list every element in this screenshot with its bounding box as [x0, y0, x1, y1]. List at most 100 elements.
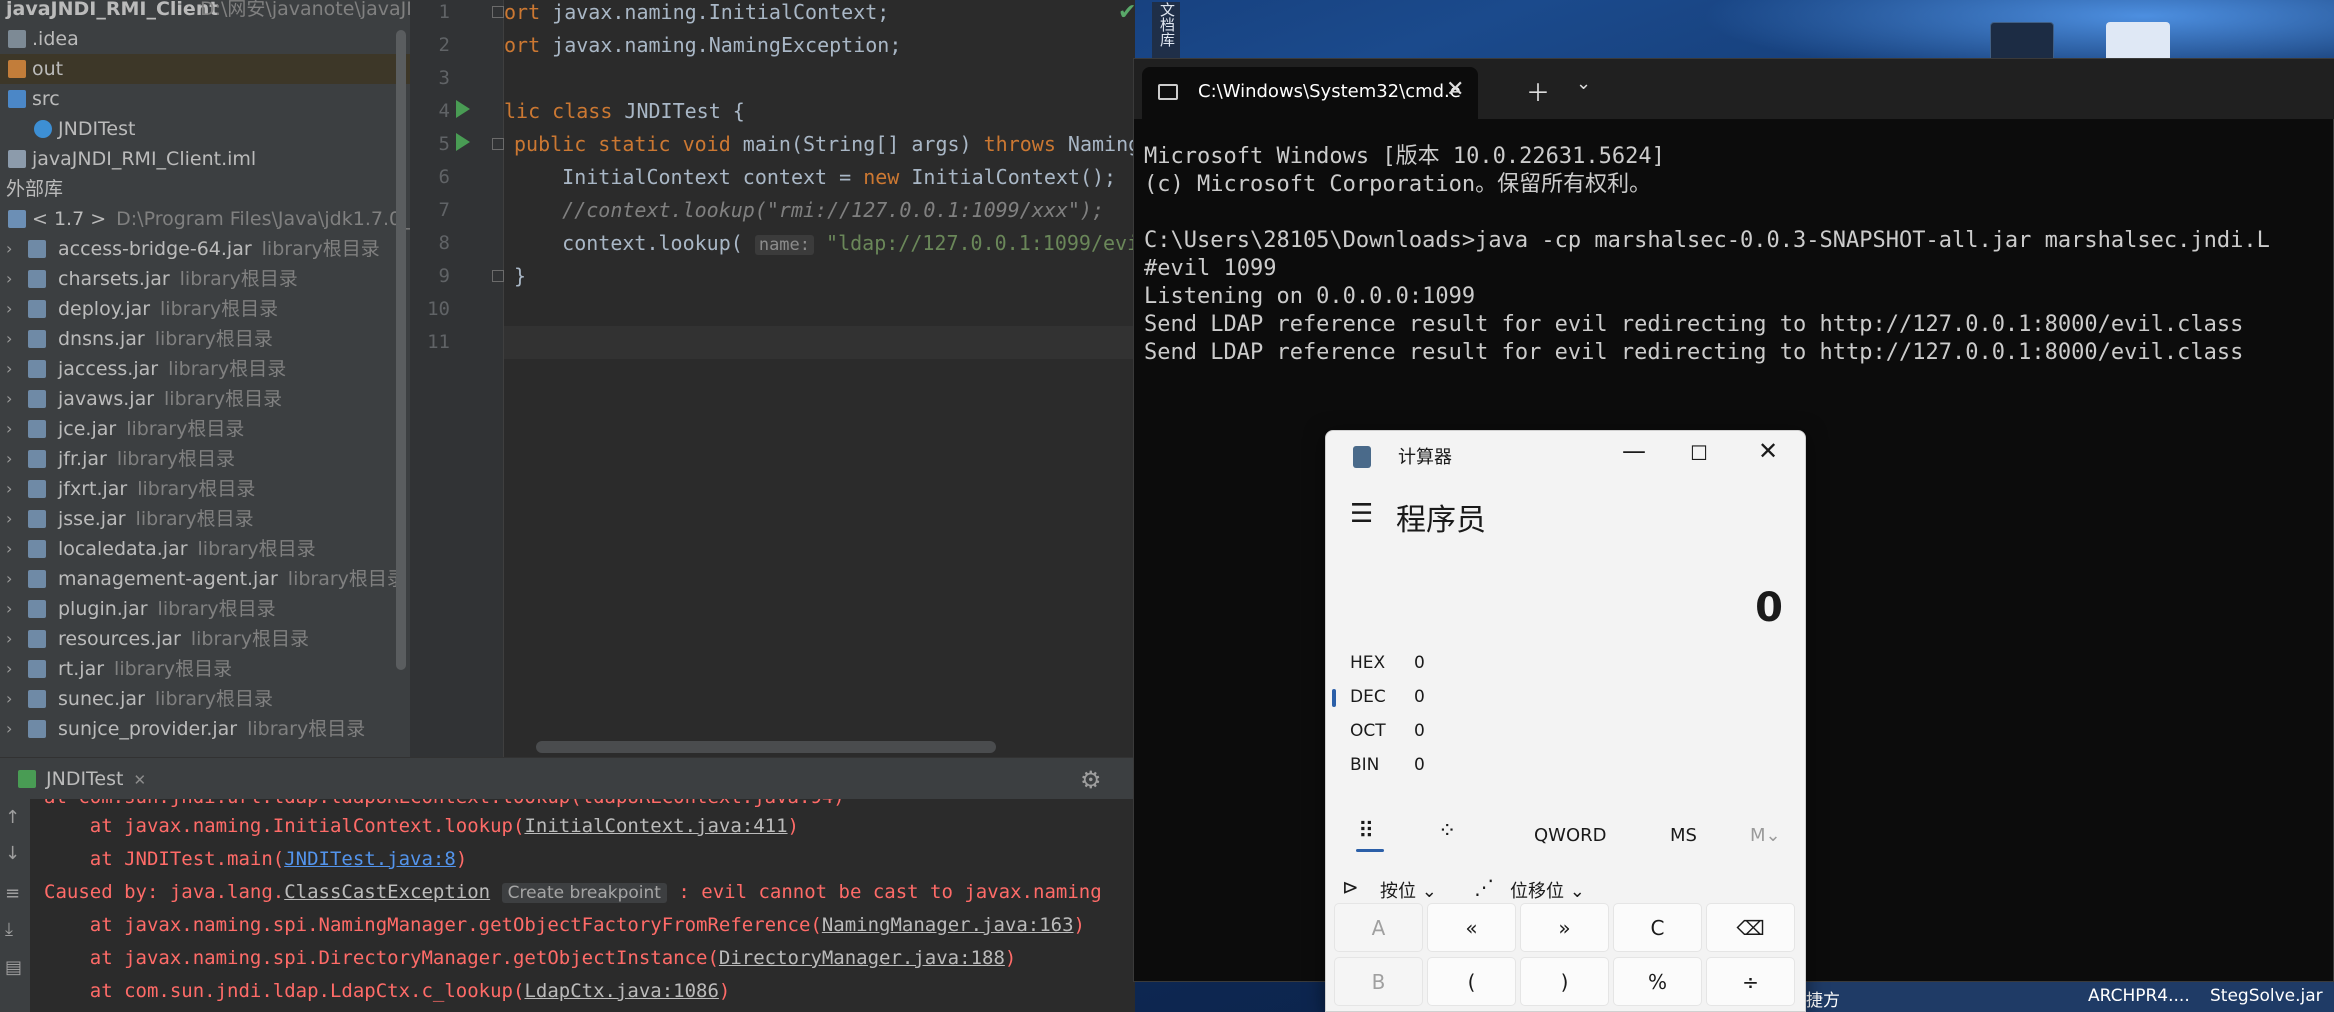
code-editor[interactable]: ort javax.naming.InitialContext; ort jav…: [504, 0, 1135, 757]
memory-recall-button[interactable]: M⌄: [1750, 825, 1781, 846]
gear-icon[interactable]: ⚙: [1080, 766, 1102, 794]
tree-row-jar[interactable]: › jsse.jar library根目录: [0, 504, 410, 534]
project-scrollbar[interactable]: [396, 30, 406, 670]
stack-link[interactable]: JNDITest.java:8: [284, 848, 456, 870]
chevron-right-icon[interactable]: ›: [6, 594, 12, 624]
chevron-right-icon[interactable]: ›: [6, 654, 12, 684]
tree-row-root[interactable]: javaJNDI_RMI_Client D:\网安\javanote\javaJ…: [0, 0, 410, 24]
chevron-right-icon[interactable]: ›: [6, 414, 12, 444]
maximize-icon[interactable]: ☐: [1690, 441, 1708, 465]
new-tab-icon[interactable]: ＋: [1526, 73, 1550, 108]
tree-row-src[interactable]: src: [0, 84, 410, 114]
print-icon[interactable]: ▤: [5, 957, 22, 978]
chevron-right-icon[interactable]: ›: [6, 474, 12, 504]
chevron-right-icon[interactable]: ›: [6, 234, 12, 264]
inspection-ok-icon[interactable]: ✔: [1118, 0, 1136, 25]
chevron-right-icon[interactable]: ›: [6, 504, 12, 534]
close-tab-icon[interactable]: ✕: [133, 771, 146, 789]
run-console[interactable]: at com.sun.jndi.url.ldap.ldapURLContext.…: [30, 799, 1135, 1012]
run-main-icon[interactable]: [456, 133, 470, 151]
chevron-right-icon[interactable]: ›: [6, 684, 12, 714]
fold-icon[interactable]: [492, 138, 504, 150]
strip-item-3[interactable]: StegSolve.jar: [2210, 986, 2323, 1006]
chevron-right-icon[interactable]: ›: [6, 714, 12, 744]
tree-row-jar[interactable]: › management-agent.jar library根目录: [0, 564, 410, 594]
editor-horizontal-scrollbar[interactable]: [536, 741, 996, 753]
stack-link[interactable]: DirectoryManager.java:188: [719, 947, 1005, 969]
chevron-right-icon[interactable]: ›: [6, 294, 12, 324]
bitwise-dropdown[interactable]: 按位 ⌄: [1380, 877, 1437, 903]
arrow-up-icon[interactable]: ↑: [5, 807, 20, 828]
tree-row-out[interactable]: out: [0, 54, 410, 84]
run-class-icon[interactable]: [456, 100, 470, 118]
fold-icon[interactable]: [492, 270, 504, 282]
strip-item-1[interactable]: 捷方: [1806, 986, 1840, 1011]
chevron-right-icon[interactable]: ›: [6, 264, 12, 294]
tree-row-jar[interactable]: › resources.jar library根目录: [0, 624, 410, 654]
tree-row-jar[interactable]: › rt.jar library根目录: [0, 654, 410, 684]
fold-icon[interactable]: [492, 6, 504, 18]
tree-row-sdk[interactable]: < 1.7 > D:\Program Files\Java\jdk1.7.0_79: [0, 204, 410, 234]
bitshift-dropdown[interactable]: 位移位 ⌄: [1510, 877, 1585, 903]
tree-row-external-libs[interactable]: 外部库: [0, 174, 410, 204]
tree-row-jar[interactable]: › dnsns.jar library根目录: [0, 324, 410, 354]
desktop-icon-2[interactable]: [2106, 22, 2170, 62]
key-right-shift[interactable]: »: [1520, 903, 1609, 952]
chevron-right-icon[interactable]: ›: [6, 324, 12, 354]
key-b[interactable]: B: [1334, 957, 1423, 1006]
tree-row-idea[interactable]: .idea: [0, 24, 410, 54]
stack-link[interactable]: InitialContext.java:411: [524, 815, 787, 837]
key-clear[interactable]: C: [1613, 903, 1702, 952]
tree-row-jar[interactable]: › plugin.jar library根目录: [0, 594, 410, 624]
chevron-down-icon[interactable]: ⌄: [1576, 73, 1591, 94]
key-backspace[interactable]: ⌫: [1706, 903, 1795, 952]
radix-row-hex[interactable]: HEX 0: [1326, 647, 1805, 681]
minimize-icon[interactable]: —: [1622, 437, 1646, 465]
key-open-paren[interactable]: (: [1427, 957, 1516, 1006]
chevron-right-icon[interactable]: ›: [6, 624, 12, 654]
strip-item-2[interactable]: ARCHPR4....: [2088, 986, 2190, 1006]
stack-link[interactable]: LdapCtx.java:1086: [524, 980, 718, 1002]
key-percent[interactable]: %: [1613, 957, 1702, 1006]
tree-row-jar[interactable]: › jce.jar library根目录: [0, 414, 410, 444]
close-tab-icon[interactable]: ✕: [1446, 77, 1464, 102]
desktop-icon-1[interactable]: [1990, 22, 2054, 62]
key-a[interactable]: A: [1334, 903, 1423, 952]
chevron-right-icon[interactable]: ›: [6, 564, 12, 594]
radix-row-bin[interactable]: BIN 0: [1326, 749, 1805, 783]
chevron-right-icon[interactable]: ›: [6, 384, 12, 414]
full-keypad-icon[interactable]: ⠿: [1358, 819, 1374, 844]
tree-row-jar[interactable]: › access-bridge-64.jar library根目录: [0, 234, 410, 264]
tree-row-jar[interactable]: › jfr.jar library根目录: [0, 444, 410, 474]
tree-row-jar[interactable]: › charsets.jar library根目录: [0, 264, 410, 294]
menu-icon[interactable]: ☰: [1350, 499, 1373, 529]
tree-row-jar[interactable]: › jfxrt.jar library根目录: [0, 474, 410, 504]
key-close-paren[interactable]: ): [1520, 957, 1609, 1006]
tree-row-jar[interactable]: › sunjce_provider.jar library根目录: [0, 714, 410, 744]
key-divide[interactable]: ÷: [1706, 957, 1795, 1006]
arrow-down-icon[interactable]: ↓: [5, 843, 20, 864]
tree-row-jar[interactable]: › sunec.jar library根目录: [0, 684, 410, 714]
radix-row-oct[interactable]: OCT 0: [1326, 715, 1805, 749]
stack-link[interactable]: NamingManager.java:163: [822, 914, 1074, 936]
tree-row-jar[interactable]: › localedata.jar library根目录: [0, 534, 410, 564]
chevron-right-icon[interactable]: ›: [6, 354, 12, 384]
tree-row-jnditest[interactable]: JNDITest: [0, 114, 410, 144]
exception-link[interactable]: ClassCastException: [284, 881, 490, 903]
close-icon[interactable]: ✕: [1758, 437, 1778, 465]
tree-row-jar[interactable]: › jaccess.jar library根目录: [0, 354, 410, 384]
scroll-to-end-icon[interactable]: ⤓: [5, 919, 13, 940]
tree-row-jar[interactable]: › javaws.jar library根目录: [0, 384, 410, 414]
memory-store-button[interactable]: MS: [1670, 825, 1697, 846]
word-size-button[interactable]: QWORD: [1534, 825, 1607, 846]
tree-row-jar[interactable]: › deploy.jar library根目录: [0, 294, 410, 324]
soft-wrap-icon[interactable]: ≡: [5, 883, 20, 904]
tree-row-iml[interactable]: javaJNDI_RMI_Client.iml: [0, 144, 410, 174]
run-tab-jnditest[interactable]: JNDITest ✕: [0, 758, 146, 800]
create-breakpoint-button[interactable]: Create breakpoint: [501, 883, 667, 903]
chevron-right-icon[interactable]: ›: [6, 534, 12, 564]
bit-toggle-keypad-icon[interactable]: ⁘: [1438, 819, 1456, 844]
chevron-right-icon[interactable]: ›: [6, 444, 12, 474]
radix-row-dec[interactable]: DEC 0: [1326, 681, 1805, 715]
cmd-tab[interactable]: C:\Windows\System32\cmd.e ✕: [1142, 67, 1478, 119]
